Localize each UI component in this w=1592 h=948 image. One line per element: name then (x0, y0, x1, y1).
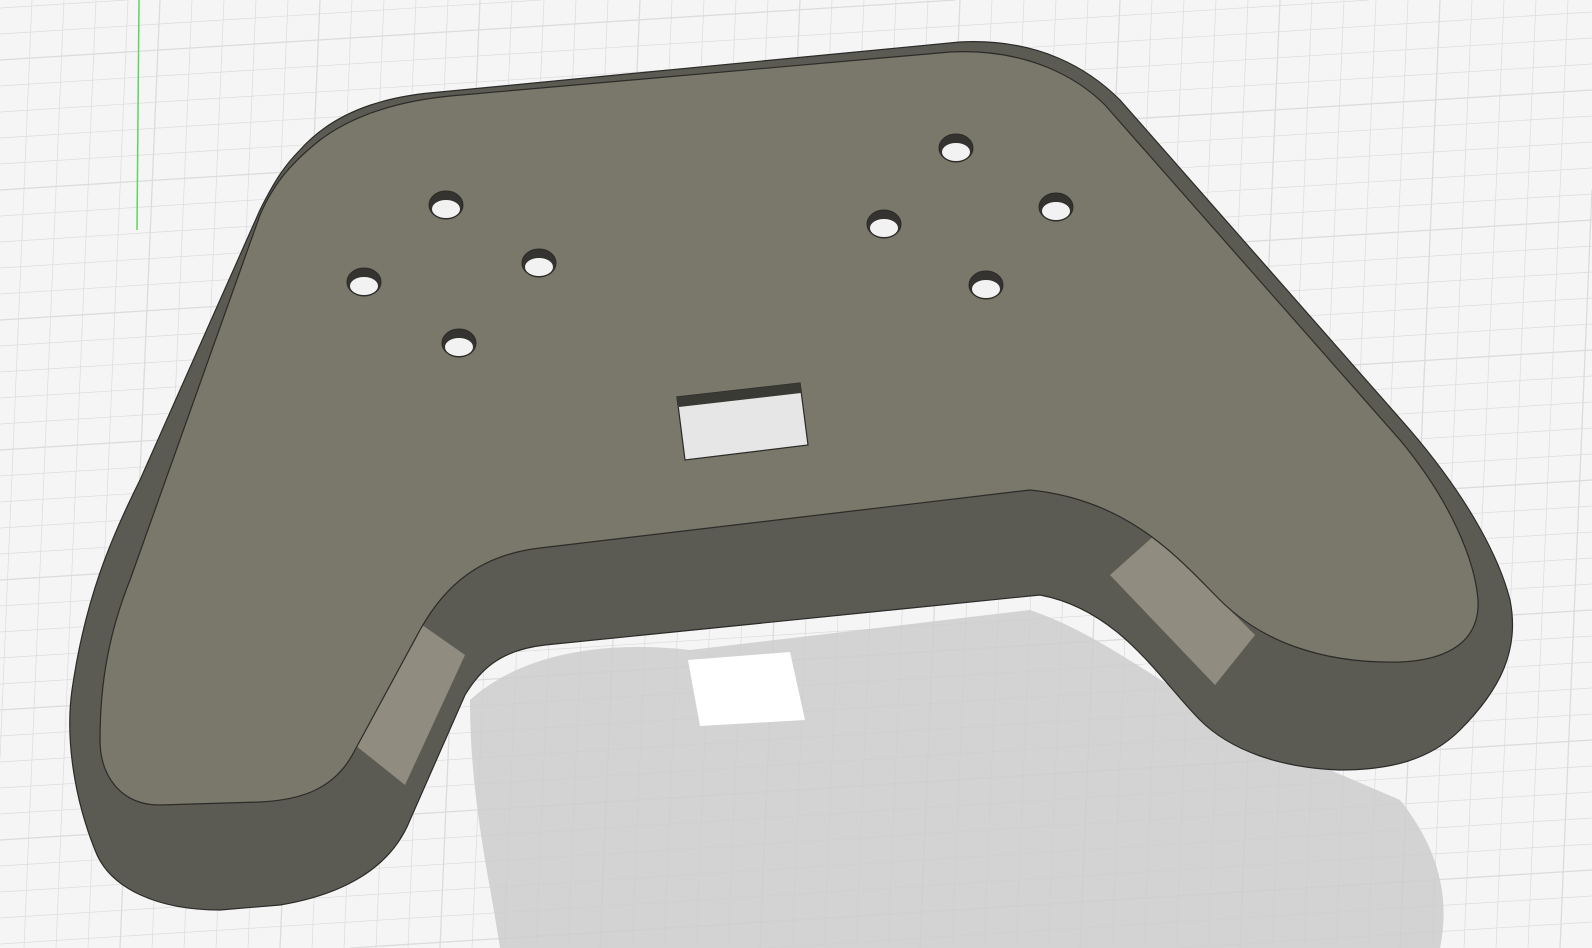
y-axis-line (136, 0, 140, 231)
grid-line (1495, 0, 1537, 948)
grid-line (0, 0, 542, 35)
button-hole (870, 219, 898, 237)
button-hole (525, 258, 553, 276)
grid-line (0, 0, 33, 759)
cad-viewport[interactable] (0, 0, 1592, 948)
grid-line (1527, 0, 1569, 948)
button-hole (972, 280, 1000, 298)
button-hole (350, 277, 378, 295)
3d-scene[interactable] (0, 0, 1592, 948)
grid-line (1463, 0, 1505, 948)
button-hole (942, 143, 970, 161)
button-hole (445, 338, 473, 356)
button-hole (432, 200, 460, 218)
button-hole (1042, 202, 1070, 220)
grid-line (1559, 189, 1592, 948)
shadow-light-window (688, 652, 805, 726)
